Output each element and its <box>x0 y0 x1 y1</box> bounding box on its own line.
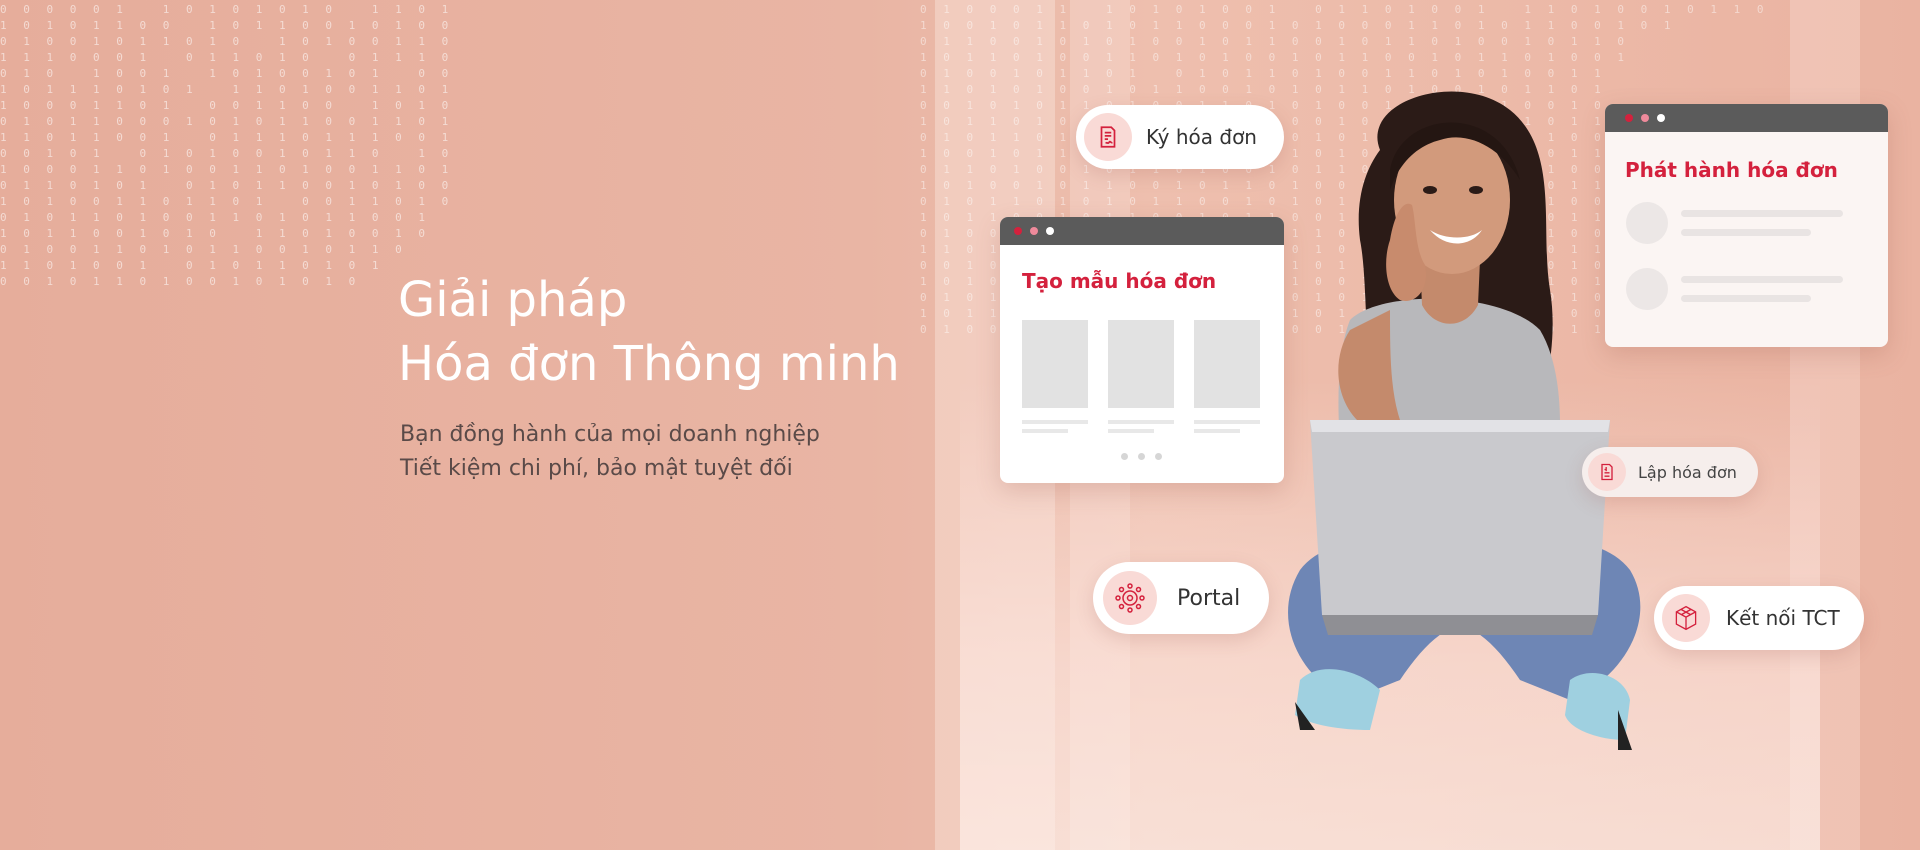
hero-subtitle-line: Bạn đồng hành của mọi doanh nghiệp <box>400 422 820 447</box>
portal-pill[interactable]: Portal <box>1093 562 1269 634</box>
placeholder-line <box>1681 295 1811 302</box>
portal-network-icon <box>1103 571 1157 625</box>
template-thumbnail[interactable] <box>1108 320 1174 408</box>
cube-network-icon <box>1662 594 1710 642</box>
connect-tct-pill[interactable]: Kết nối TCT <box>1654 586 1864 650</box>
create-invoice-label: Lập hóa đơn <box>1638 462 1737 482</box>
sign-invoice-pill[interactable]: Ký hóa đơn <box>1076 105 1284 169</box>
placeholder-line <box>1194 420 1260 424</box>
template-thumbnail[interactable] <box>1194 320 1260 408</box>
placeholder-line <box>1681 210 1843 217</box>
carousel-dots[interactable] <box>1121 453 1162 460</box>
hero-title-line: Giải pháp <box>398 272 628 328</box>
placeholder-line <box>1194 429 1240 433</box>
window-dot <box>1657 114 1665 122</box>
publish-invoice-title: Phát hành hóa đơn <box>1625 158 1838 182</box>
hero-title-line: Hóa đơn Thông minh <box>398 336 900 392</box>
placeholder-line <box>1108 429 1154 433</box>
placeholder-line <box>1022 429 1068 433</box>
invoice-template-card[interactable]: Tạo mẫu hóa đơn <box>1000 217 1284 483</box>
window-dot <box>1641 114 1649 122</box>
placeholder-line <box>1108 420 1174 424</box>
template-thumbnail[interactable] <box>1022 320 1088 408</box>
window-titlebar <box>1605 104 1888 132</box>
hero-subtitle-line: Tiết kiệm chi phí, bảo mật tuyệt đối <box>400 456 793 481</box>
placeholder-line <box>1022 420 1088 424</box>
connect-tct-label: Kết nối TCT <box>1726 606 1840 630</box>
sign-document-icon <box>1084 113 1132 161</box>
create-invoice-pill[interactable]: Lập hóa đơn <box>1582 447 1758 497</box>
invoice-template-title: Tạo mẫu hóa đơn <box>1022 269 1217 293</box>
invoice-document-icon <box>1588 453 1626 491</box>
carousel-dot[interactable] <box>1121 453 1128 460</box>
avatar-placeholder <box>1626 202 1668 244</box>
window-dot <box>1046 227 1054 235</box>
sign-invoice-label: Ký hóa đơn <box>1146 125 1257 149</box>
carousel-dot[interactable] <box>1155 453 1162 460</box>
window-titlebar <box>1000 217 1284 245</box>
window-dot <box>1030 227 1038 235</box>
hero-title: Giải pháp Hóa đơn Thông minh <box>398 268 900 396</box>
window-dot <box>1014 227 1022 235</box>
carousel-dot[interactable] <box>1138 453 1145 460</box>
avatar-placeholder <box>1626 268 1668 310</box>
placeholder-line <box>1681 229 1811 236</box>
placeholder-line <box>1681 276 1843 283</box>
portal-label: Portal <box>1177 585 1241 611</box>
hero-subtitle: Bạn đồng hành của mọi doanh nghiệp Tiết … <box>400 418 820 486</box>
window-dot <box>1625 114 1633 122</box>
binary-pattern: 0 0 0 0 0 1 1 0 1 0 1 0 1 0 1 1 0 1 1 0 … <box>0 3 454 288</box>
publish-invoice-card[interactable]: Phát hành hóa đơn <box>1605 104 1888 347</box>
